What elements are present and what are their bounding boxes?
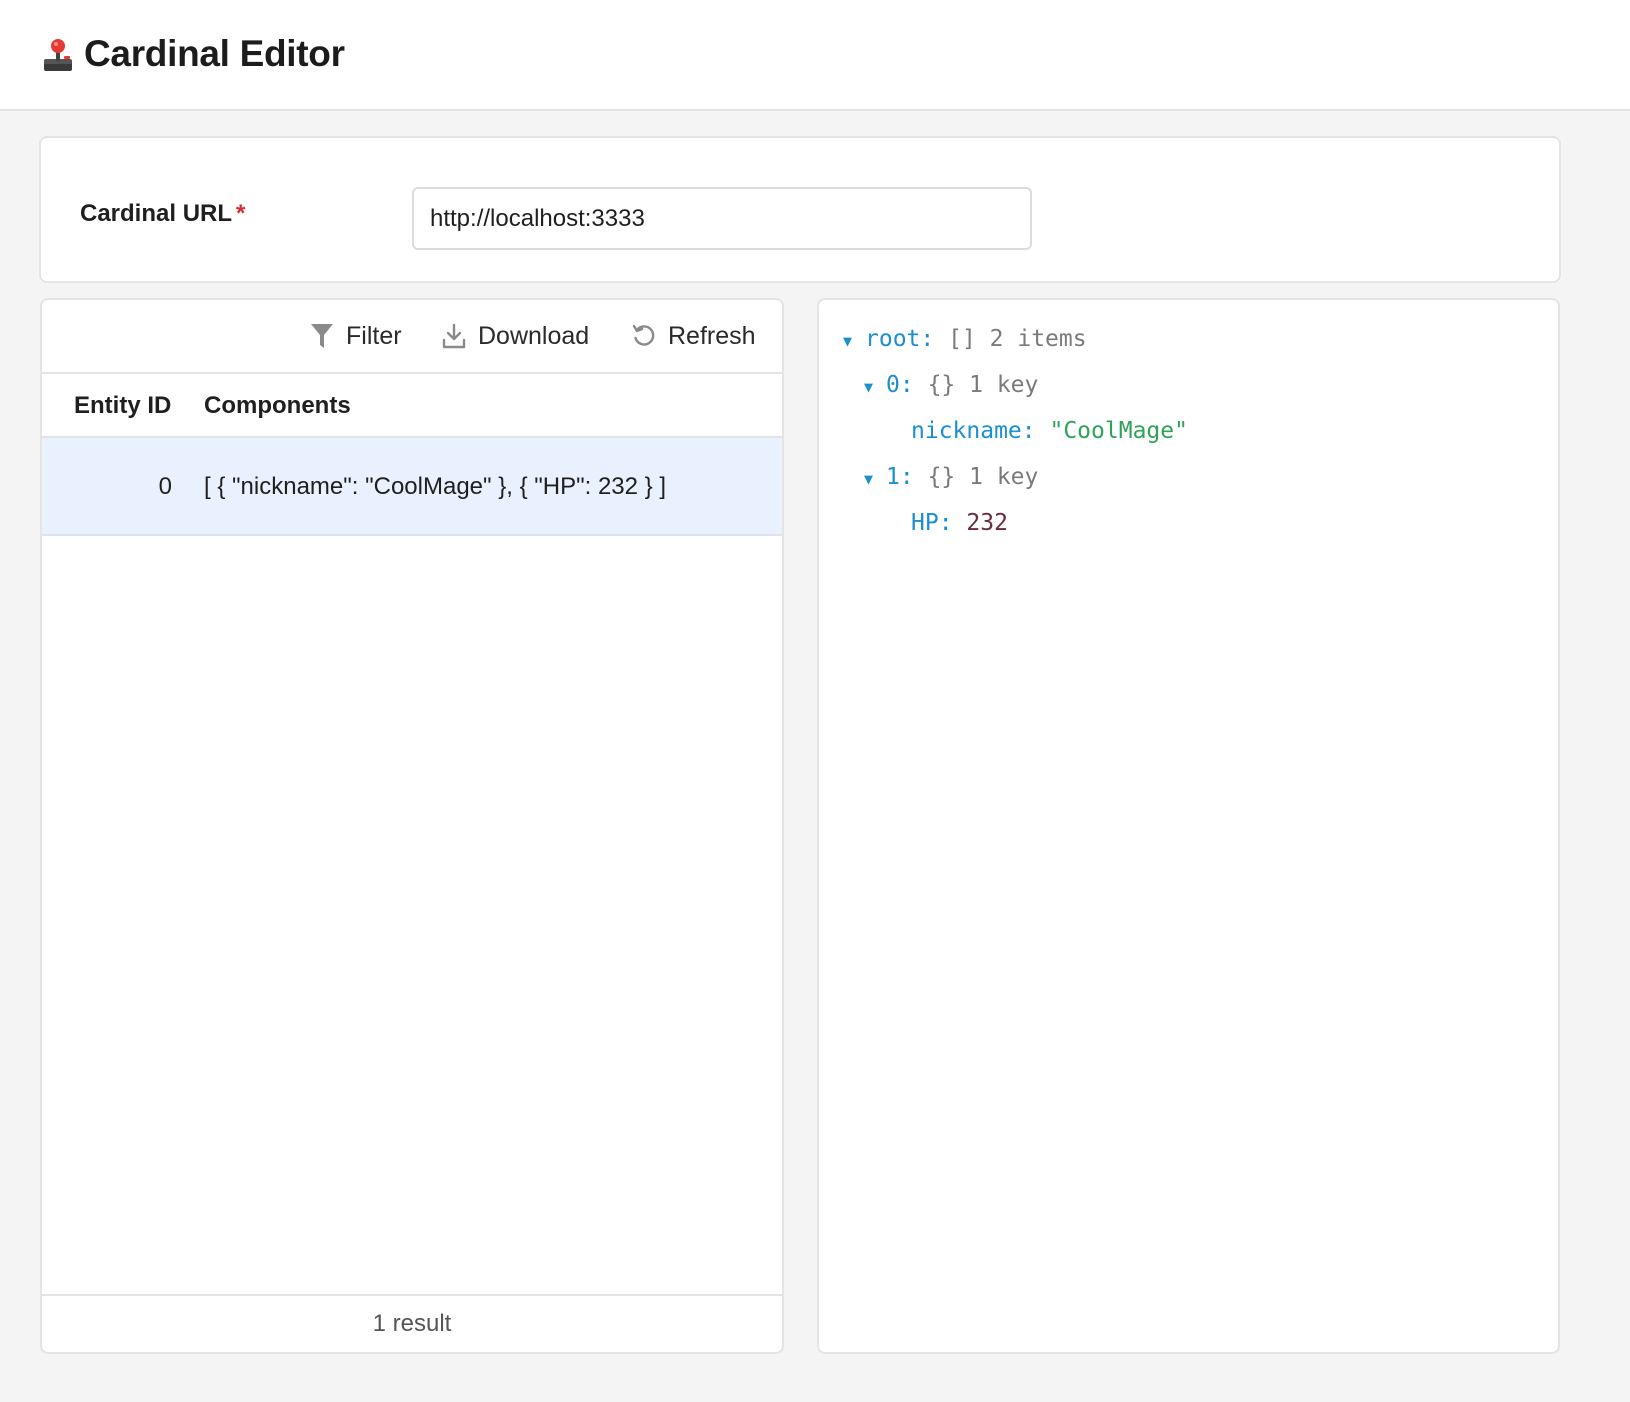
filter-button[interactable]: Filter bbox=[310, 318, 402, 354]
json-item-node: ▼ 1: {} 1 key bbox=[864, 462, 1038, 494]
url-label-text: Cardinal URL bbox=[80, 200, 233, 227]
entity-table-panel: Filter Download Refresh Entity ID Compon… bbox=[40, 298, 784, 1354]
cardinal-url-input[interactable] bbox=[412, 187, 1032, 250]
json-field-key: HP: bbox=[911, 510, 953, 536]
app-header: Cardinal Editor bbox=[0, 0, 1630, 111]
json-item-node: ▼ 0: {} 1 key bbox=[864, 370, 1038, 402]
json-root-brace: [] bbox=[948, 326, 976, 352]
entity-id-cell: 0 bbox=[158, 473, 172, 500]
filter-icon bbox=[311, 324, 333, 348]
download-button[interactable]: Download bbox=[442, 318, 589, 354]
collapse-caret-icon[interactable]: ▼ bbox=[864, 372, 886, 402]
joystick-icon bbox=[44, 39, 72, 71]
json-field: nickname: "CoolMage" bbox=[911, 416, 1188, 446]
refresh-label: Refresh bbox=[668, 321, 756, 350]
json-item-key: 1: bbox=[886, 464, 914, 490]
app-title: Cardinal Editor bbox=[84, 33, 345, 74]
json-field-string-value[interactable]: "CoolMage" bbox=[1049, 418, 1187, 444]
json-item-key: 0: bbox=[886, 372, 914, 398]
url-label: Cardinal URL * bbox=[80, 200, 245, 228]
json-field-key: nickname: bbox=[911, 418, 1036, 444]
json-viewer-panel: ▼ root: [] 2 items ▼ 0: {} 1 key nickname:… bbox=[817, 298, 1560, 1354]
json-item-brace: {} bbox=[927, 372, 956, 398]
collapse-caret-icon[interactable]: ▼ bbox=[864, 464, 886, 494]
url-panel: Cardinal URL * bbox=[39, 136, 1561, 283]
required-marker: * bbox=[236, 200, 246, 227]
refresh-button[interactable]: Refresh bbox=[632, 318, 756, 354]
json-root-count: 2 items bbox=[989, 326, 1087, 352]
table-toolbar: Filter Download Refresh bbox=[42, 300, 782, 374]
filter-label: Filter bbox=[346, 321, 402, 350]
json-root-node: ▼ root: [] 2 items bbox=[843, 324, 1087, 356]
table-row[interactable]: 0 [ { "nickname": "CoolMage" }, { "HP": … bbox=[42, 438, 782, 536]
json-item-count: 1 key bbox=[969, 372, 1039, 398]
download-label: Download bbox=[478, 321, 590, 350]
json-item-brace: {} bbox=[927, 464, 956, 490]
collapse-caret-icon[interactable]: ▼ bbox=[843, 326, 865, 356]
result-count: 1 result bbox=[42, 1294, 782, 1352]
json-field-number-value[interactable]: 232 bbox=[966, 510, 1008, 536]
column-header-components[interactable]: Components bbox=[204, 392, 351, 420]
refresh-icon bbox=[632, 324, 655, 346]
json-field: HP: 232 bbox=[911, 508, 1008, 538]
download-icon bbox=[442, 323, 466, 349]
column-header-entity-id[interactable]: Entity ID bbox=[74, 392, 171, 420]
json-item-count: 1 key bbox=[969, 464, 1039, 490]
table-header: Entity ID Components bbox=[42, 374, 782, 438]
components-cell: [ { "nickname": "CoolMage" }, { "HP": 23… bbox=[204, 473, 667, 500]
json-root-key: root: bbox=[865, 326, 935, 352]
